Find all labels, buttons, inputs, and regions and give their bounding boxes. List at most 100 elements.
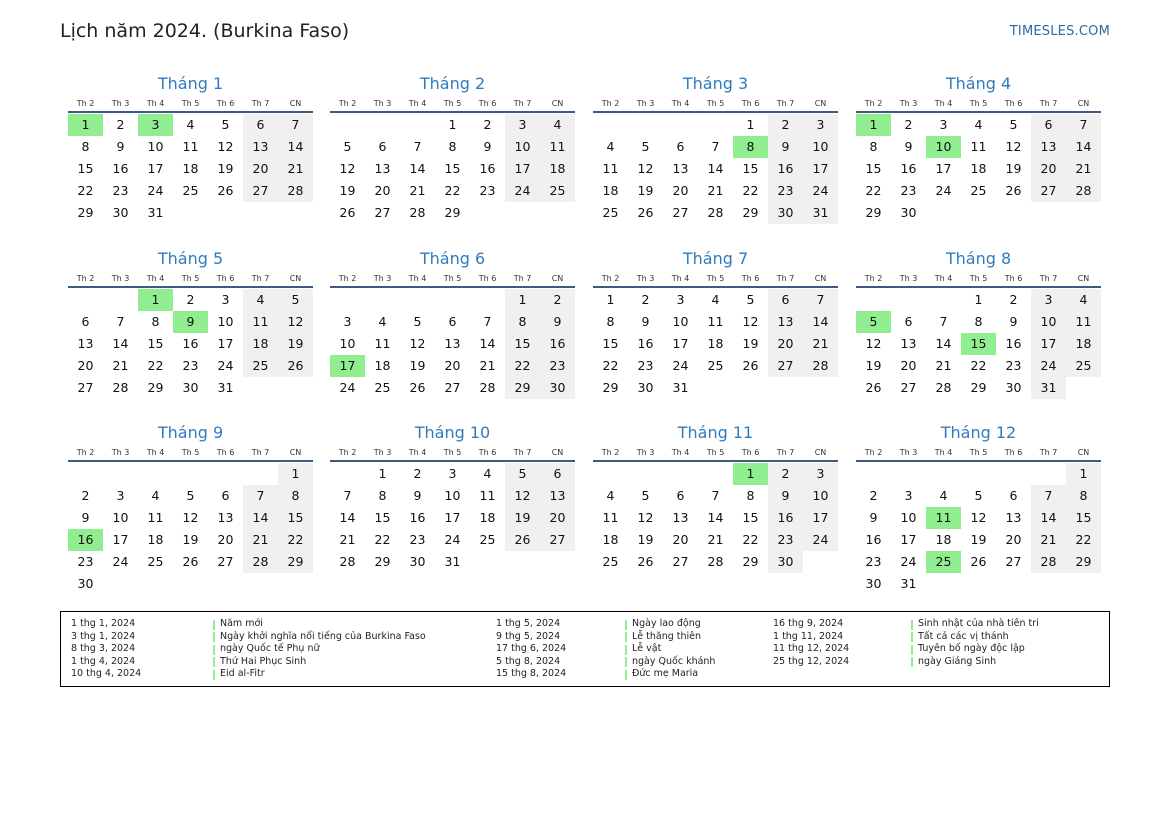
month-6: Tháng 6 Th 2 Th 3 Th 4 Th 5 Th 6 Th 7 CN 1 2 3 4 5 6 7…	[330, 248, 575, 399]
weekday-label: CN	[289, 274, 302, 283]
day-cell: 15	[77, 161, 94, 176]
weekday-label: CN	[814, 448, 827, 457]
day-blank	[103, 463, 138, 485]
weekday-label: CN	[1077, 99, 1090, 108]
holiday-name: Lễ thăng thiên	[632, 630, 702, 642]
month-12: Tháng 12 Th 2 Th 3 Th 4 Th 5 Th 6 Th 7 CN 1 2 3 4 5 6…	[856, 422, 1101, 595]
holiday-name: Sinh nhật của nhà tiên tri	[918, 618, 1039, 629]
day-cell: 9	[81, 510, 90, 525]
day-cell: 30	[768, 551, 803, 573]
day-cell: 18	[970, 161, 987, 176]
weekday-header: Th 2 Th 3 Th 4 Th 5 Th 6 Th 7 CN	[593, 95, 838, 113]
day-cell: 24	[900, 554, 917, 569]
weekday-label: Th 7	[251, 274, 270, 283]
day-cell: 29	[77, 205, 94, 220]
weekday-label: Th 4	[146, 448, 165, 457]
holiday-name: Tất cả các vị thánh	[918, 630, 1009, 642]
weekday-label: Th 5	[181, 274, 200, 283]
day-cell: 23	[77, 554, 94, 569]
day-cell: 15	[505, 333, 540, 355]
day-cell: 4	[606, 139, 615, 154]
day-cell: 14	[112, 336, 129, 351]
day-cell: 22	[444, 183, 461, 198]
day-cell: 11	[182, 139, 199, 154]
month-11: Tháng 11 Th 2 Th 3 Th 4 Th 5 Th 6 Th 7 CN 1 2 3 4 5 6…	[593, 422, 838, 573]
day-blank	[400, 114, 435, 136]
holiday-marker	[911, 644, 913, 655]
day-cell: 20	[217, 532, 234, 547]
day-cell: 29	[374, 554, 391, 569]
day-cell: 1	[746, 117, 755, 132]
day-cell: 23	[768, 529, 803, 551]
month-9: Tháng 9 Th 2 Th 3 Th 4 Th 5 Th 6 Th 7 CN 1 2 3 4 5 6 7…	[68, 422, 313, 595]
holiday-name: ngày Quốc tế Phụ nữ	[220, 643, 320, 654]
day-cell-holiday: 16	[68, 529, 103, 551]
day-cell: 11	[970, 139, 987, 154]
day-cell: 3	[448, 466, 457, 481]
weekday-label: Th 7	[1039, 448, 1058, 457]
day-cell: 27	[243, 180, 278, 202]
day-cell: 22	[970, 358, 987, 373]
weekday-label: CN	[1077, 448, 1090, 457]
day-blank	[926, 289, 961, 311]
day-cell: 20	[672, 532, 689, 547]
day-cell: 8	[81, 139, 90, 154]
weekday-label: Th 7	[513, 274, 532, 283]
day-cell: 7	[1066, 114, 1101, 136]
day-blank	[628, 114, 663, 136]
weekday-label: Th 4	[671, 99, 690, 108]
weekday-label: CN	[289, 448, 302, 457]
day-cell: 28	[803, 355, 838, 377]
weekday-label: Th 5	[443, 448, 462, 457]
day-cell: 19	[637, 183, 654, 198]
day-cell: 2	[483, 117, 492, 132]
day-cell: 16	[637, 336, 654, 351]
day-cell: 5	[278, 289, 313, 311]
day-cell: 25	[540, 180, 575, 202]
day-cell: 29	[278, 551, 313, 573]
day-cell: 11	[602, 510, 619, 525]
weekday-label: Th 3	[373, 448, 392, 457]
day-cell: 22	[865, 183, 882, 198]
day-blank	[68, 289, 103, 311]
day-cell: 19	[970, 532, 987, 547]
weekday-header: Th 2 Th 3 Th 4 Th 5 Th 6 Th 7 CN	[68, 270, 313, 288]
day-cell: 23	[1005, 358, 1022, 373]
day-cell: 3	[116, 488, 125, 503]
day-cell: 4	[243, 289, 278, 311]
day-cell: 3	[1031, 289, 1066, 311]
day-cell: 16	[540, 333, 575, 355]
day-cell: 13	[1031, 136, 1066, 158]
weekday-label: Th 3	[111, 274, 130, 283]
weekday-label: Th 5	[969, 274, 988, 283]
day-cell: 23	[900, 183, 917, 198]
month-7: Tháng 7 Th 2 Th 3 Th 4 Th 5 Th 6 Th 7 CN 1 2 3 4 5 6 7…	[593, 248, 838, 399]
weekday-label: Th 4	[408, 274, 427, 283]
day-cell: 23	[637, 358, 654, 373]
day-cell: 21	[243, 529, 278, 551]
day-cell: 4	[939, 488, 948, 503]
day-cell: 19	[1005, 161, 1022, 176]
holiday-marker	[625, 619, 627, 630]
day-blank	[891, 289, 926, 311]
day-blank	[593, 463, 628, 485]
day-cell: 21	[278, 158, 313, 180]
weekday-label: Th 3	[636, 448, 655, 457]
day-cell: 12	[742, 314, 759, 329]
site-link[interactable]: TIMESLES.COM	[1010, 24, 1110, 39]
day-cell: 10	[339, 336, 356, 351]
day-cell: 18	[243, 333, 278, 355]
day-cell: 4	[483, 466, 492, 481]
day-cell: 20	[540, 507, 575, 529]
day-cell: 1	[448, 117, 457, 132]
day-cell: 9	[483, 139, 492, 154]
day-cell: 9	[413, 488, 422, 503]
day-cell: 29	[970, 380, 987, 395]
day-cell: 26	[637, 554, 654, 569]
day-cell: 11	[540, 136, 575, 158]
day-blank	[400, 289, 435, 311]
day-cell: 22	[602, 358, 619, 373]
holiday-name: Ngày khởi nghĩa nổi tiếng của Burkina Fa…	[220, 630, 426, 642]
day-cell: 20	[672, 183, 689, 198]
day-cell: 17	[217, 336, 234, 351]
